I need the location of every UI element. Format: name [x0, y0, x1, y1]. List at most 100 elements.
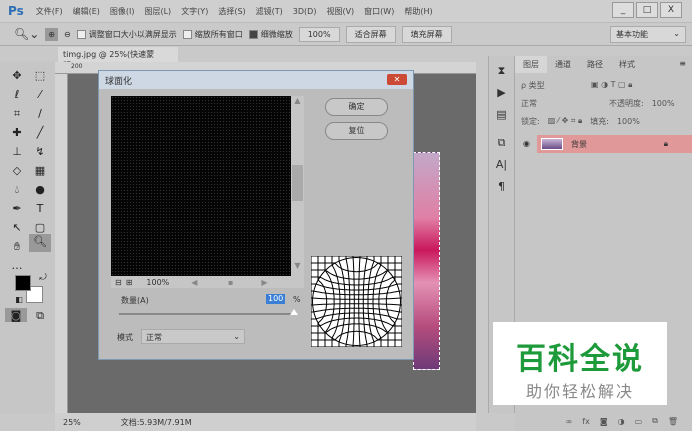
marquee-tool-icon[interactable]: ⬚ [31, 68, 49, 84]
screen-mode-icon[interactable]: ⧉ [31, 308, 49, 324]
tab-paths[interactable]: 路径 [579, 56, 611, 73]
pen-tool-icon[interactable]: ✒ [8, 201, 26, 217]
menu-window[interactable]: 窗口(W) [364, 6, 394, 17]
resize-windows-checkbox[interactable]: 调整窗口大小以满屏显示 [76, 29, 177, 40]
document-size[interactable]: 文档:5.93M/7.91M [121, 417, 192, 428]
panel-menu-icon[interactable]: ≡ [679, 59, 686, 68]
swap-colors-icon[interactable]: ⤾ [34, 270, 52, 286]
amount-slider[interactable] [119, 313, 294, 315]
zoom-level[interactable]: 25% [63, 418, 81, 427]
fit-screen-button[interactable]: 适合屏幕 [345, 25, 396, 43]
menu-help[interactable]: 帮助(H) [404, 6, 432, 17]
fill-screen-button[interactable]: 填充屏幕 [401, 25, 452, 43]
reset-button[interactable]: 复位 [325, 122, 388, 140]
minimize-button[interactable]: _ [612, 2, 634, 18]
preview-horizontal-scrollbar[interactable]: ◀ ▪ ▶ [191, 278, 267, 287]
zoom-out-icon[interactable]: ⊖ [64, 30, 71, 39]
maximize-button[interactable]: □ [636, 2, 658, 18]
document-tab[interactable]: timg.jpg @ 25%(快速蒙版/8) * × [58, 47, 178, 70]
lock-label: 锁定: [521, 116, 540, 126]
preview-vertical-scrollbar[interactable]: ▲ ▼ [291, 96, 304, 276]
layer-filter-select[interactable]: ρ 类型 [521, 80, 583, 91]
lasso-tool-icon[interactable]: ℓ [8, 87, 26, 103]
foreground-color-swatch[interactable] [15, 275, 31, 291]
stamp-tool-icon[interactable]: ⊥ [8, 144, 26, 160]
zoom-tool-icon[interactable]: 🔍︎ [29, 234, 51, 252]
amount-unit: % [293, 295, 301, 304]
menu-view[interactable]: 视图(V) [326, 6, 354, 17]
dialog-title: 球面化 [99, 71, 413, 89]
adjustment-layer-icon[interactable]: ◑ [618, 417, 625, 426]
menu-3d[interactable]: 3D(D) [293, 7, 317, 16]
layer-thumbnail [541, 138, 563, 150]
actions-play-icon[interactable]: ▶ [489, 82, 514, 104]
visibility-eye-icon[interactable]: ◉ [523, 139, 530, 148]
delete-layer-icon[interactable]: 🗑︎ [668, 417, 678, 426]
eyedropper-icon[interactable]: / [31, 106, 49, 122]
zoom-all-windows-checkbox[interactable]: 缩放所有窗口 [182, 29, 243, 40]
layer-row[interactable]: 背景 🔒︎ [537, 135, 692, 153]
ok-button[interactable]: 确定 [325, 98, 388, 116]
tab-layers[interactable]: 图层 [515, 56, 547, 73]
document-image[interactable] [413, 152, 440, 370]
filter-icons[interactable]: ▣ ◑ T ▢ 🔒︎ [591, 80, 632, 90]
path-select-icon[interactable]: ↖ [8, 220, 26, 236]
lock-icons[interactable]: ▨ ⁄ ✥ ⌗ 🔒︎ [548, 116, 583, 126]
menu-edit[interactable]: 编辑(E) [73, 6, 100, 17]
preview-zoom-level: 100% [146, 277, 170, 287]
zoom-in-button[interactable]: ⊞ [126, 278, 133, 287]
clone-source-icon[interactable]: ⧉ [489, 132, 514, 154]
mode-select[interactable]: 正常 ⌄ [141, 329, 245, 344]
move-tool-icon[interactable]: ✥ [8, 68, 26, 84]
fx-icon[interactable]: fx [582, 417, 590, 426]
add-mask-icon[interactable]: ◙ [600, 417, 608, 426]
link-layers-icon[interactable]: ∞ [566, 417, 573, 426]
history-brush-icon[interactable]: ↯ [31, 144, 49, 160]
paragraph-icon[interactable]: ¶ [489, 176, 514, 198]
watermark-subtitle: 助你轻松解决 [525, 382, 634, 401]
menu-file[interactable]: 文件(F) [36, 6, 63, 17]
menu-layer[interactable]: 图层(L) [144, 6, 171, 17]
gradient-tool-icon[interactable]: ▦ [31, 163, 49, 179]
hand-tool-icon[interactable]: ✋︎ [8, 239, 26, 255]
menu-image[interactable]: 图像(I) [110, 6, 135, 17]
history-icon[interactable]: ⧗ [489, 60, 514, 82]
scrubby-zoom-checkbox[interactable]: 细微缩放 [248, 29, 293, 40]
eraser-tool-icon[interactable]: ◇ [8, 163, 26, 179]
amount-input[interactable]: 100 [266, 294, 286, 304]
blend-mode-select[interactable]: 正常 [521, 98, 601, 109]
blur-tool-icon[interactable]: 💧︎ [8, 182, 26, 198]
filter-preview[interactable] [111, 96, 291, 276]
close-window-button[interactable]: X [660, 2, 682, 18]
menu-bar: Ps 文件(F) 编辑(E) 图像(I) 图层(L) 文字(Y) 选择(S) 滤… [0, 0, 692, 22]
fill-field[interactable]: 100% [617, 117, 640, 126]
dodge-tool-icon[interactable]: ● [31, 182, 49, 198]
character-icon[interactable]: A| [489, 154, 514, 176]
crop-tool-icon[interactable]: ⌗ [8, 106, 26, 122]
new-layer-icon[interactable]: ⧉ [652, 416, 658, 426]
spherize-grid-preview [311, 256, 402, 347]
new-group-icon[interactable]: ▭ [635, 417, 643, 426]
magic-wand-icon[interactable]: ⁄ [31, 87, 49, 103]
dialog-close-button[interactable]: ✕ [387, 74, 407, 85]
healing-brush-icon[interactable]: ✚ [8, 125, 26, 141]
adjustments-icon[interactable]: ▤ [489, 104, 514, 126]
tab-styles[interactable]: 样式 [611, 56, 643, 73]
zoom-100-button[interactable]: 100% [298, 26, 340, 42]
menu-select[interactable]: 选择(S) [218, 6, 245, 17]
quick-mask-icon[interactable]: ◙ [5, 308, 27, 322]
workspace-select[interactable]: 基本功能 ⌄ [610, 26, 686, 43]
zoom-tool-preset-icon[interactable]: 🔍︎⌄ [14, 27, 39, 41]
zoom-out-button[interactable]: ⊟ [115, 278, 122, 287]
opacity-field[interactable]: 100% [652, 99, 675, 108]
menu-filter[interactable]: 滤镜(T) [256, 6, 283, 17]
tab-channels[interactable]: 通道 [547, 56, 579, 73]
more-tools-icon[interactable]: … [8, 258, 26, 274]
photoshop-logo: Ps [8, 4, 24, 18]
default-colors-icon[interactable]: ◧ [10, 292, 28, 308]
brush-tool-icon[interactable]: ╱ [31, 125, 49, 141]
amount-slider-thumb[interactable] [290, 309, 298, 315]
type-tool-icon[interactable]: T [31, 201, 49, 217]
zoom-in-icon[interactable]: ⊕ [45, 27, 58, 41]
menu-type[interactable]: 文字(Y) [181, 6, 208, 17]
